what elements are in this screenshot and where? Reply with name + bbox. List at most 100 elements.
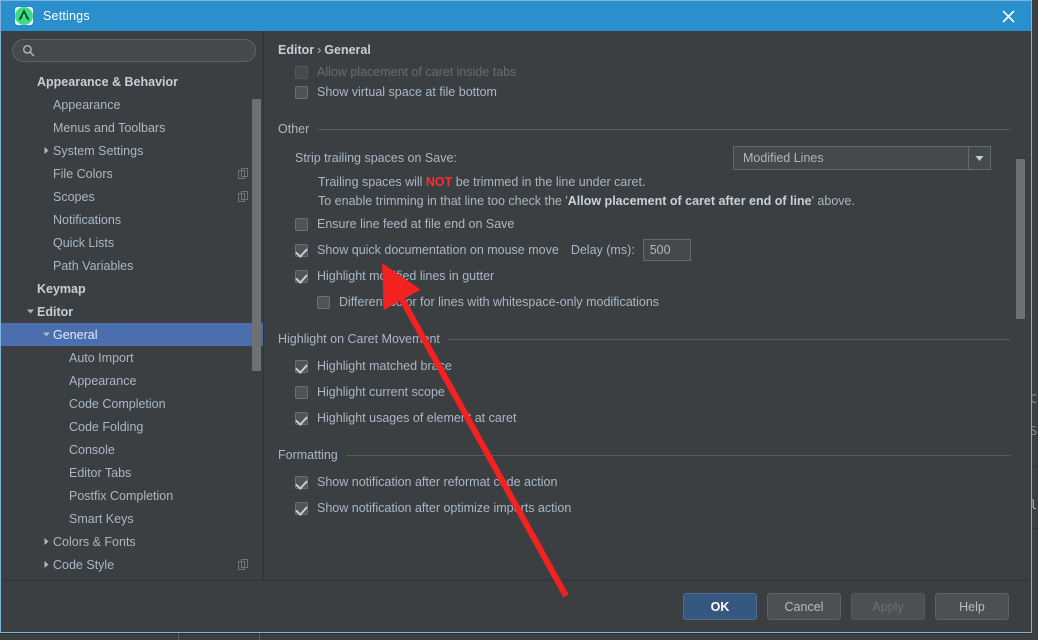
search-input[interactable]	[41, 42, 247, 59]
sidebar-item-scopes[interactable]: Scopes	[1, 185, 263, 208]
checkbox-label: Different color for lines with whitespac…	[339, 295, 660, 309]
sidebar-item-label: Appearance	[53, 97, 121, 112]
sidebar-scrollbar-thumb[interactable]	[252, 99, 261, 371]
apply-button[interactable]: Apply	[851, 593, 925, 620]
checkbox-highlight-usages-of-element-at-caret[interactable]	[295, 411, 308, 425]
breadcrumb-separator: ›	[317, 43, 322, 57]
breadcrumb-current: General	[324, 43, 371, 57]
sidebar-item-menus-and-toolbars[interactable]: Menus and Toolbars	[1, 116, 263, 139]
checkbox-different-color-for-lines-with-whitespace-only-modifications[interactable]	[317, 295, 330, 309]
sidebar-item-keymap[interactable]: Keymap	[1, 277, 263, 300]
main-scrollbar-thumb[interactable]	[1016, 159, 1025, 319]
sidebar-item-system-settings[interactable]: System Settings	[1, 139, 263, 162]
sidebar-item-colors-fonts[interactable]: Colors & Fonts	[1, 530, 263, 553]
sidebar-item-quick-lists[interactable]: Quick Lists	[1, 231, 263, 254]
sidebar-item-general[interactable]: General	[1, 323, 263, 346]
settings-tree[interactable]: Appearance & Behavior Appearance Menus and…	[1, 68, 263, 580]
strip-trailing-spaces-dropdown[interactable]: Modified Lines	[733, 146, 991, 170]
copy-icon[interactable]	[238, 559, 249, 570]
sidebar-item-label: Editor Tabs	[69, 465, 132, 480]
checkbox-row[interactable]: Show notification after reformat code ac…	[295, 469, 1011, 495]
sidebar-item-smart-keys[interactable]: Smart Keys	[1, 507, 263, 530]
sidebar-item-label: Console	[69, 442, 115, 457]
delay-input[interactable]	[642, 239, 691, 261]
sidebar-item-label: Scopes	[53, 189, 95, 204]
sidebar-item-file-colors[interactable]: File Colors	[1, 162, 263, 185]
sidebar-item-editor[interactable]: Editor	[1, 300, 263, 323]
emphasis-text: Allow placement of caret after end of li…	[567, 194, 812, 208]
chevron-down-icon[interactable]	[40, 330, 53, 339]
checkbox-row[interactable]: Ensure line feed at file end on Save	[295, 211, 1011, 237]
settings-content: Allow placement of caret inside tabs Show…	[264, 63, 1031, 580]
dialog-button-bar: OK Cancel Apply Help	[1, 580, 1031, 632]
sidebar-item-notifications[interactable]: Notifications	[1, 208, 263, 231]
checkbox-show-virtual-space-at-file-bottom[interactable]	[295, 85, 308, 99]
checkbox-ensure-line-feed-at-file-end-on-save[interactable]	[295, 217, 308, 231]
close-icon[interactable]	[985, 1, 1031, 31]
sidebar-item-label: File Colors	[53, 166, 113, 181]
checkbox-row[interactable]: Highlight matched brace	[295, 353, 1011, 379]
checkbox-row[interactable]: Highlight usages of element at caret	[295, 405, 1011, 431]
ok-button[interactable]: OK	[683, 593, 757, 620]
settings-sidebar: Appearance & Behavior Appearance Menus and…	[1, 31, 264, 580]
sidebar-item-label: Notifications	[53, 212, 122, 227]
section-divider	[345, 454, 1011, 456]
background-status-separator	[178, 633, 179, 640]
checkbox-row[interactable]: Different color for lines with whitespac…	[317, 289, 1011, 315]
checkbox-highlight-modified-lines-in-gutter[interactable]	[295, 269, 308, 283]
search-icon	[22, 44, 35, 57]
checkbox-highlight-current-scope[interactable]	[295, 385, 308, 399]
copy-icon[interactable]	[238, 191, 249, 202]
sidebar-item-appearance[interactable]: Appearance	[1, 93, 263, 116]
checkbox-row[interactable]: Highlight current scope	[295, 379, 1011, 405]
dropdown-value: Modified Lines	[743, 151, 824, 165]
hint-text: Trailing spaces will NOT be trimmed in t…	[318, 175, 646, 189]
sidebar-item-appearance-behavior[interactable]: Appearance & Behavior	[1, 70, 263, 93]
sidebar-item-label: Smart Keys	[69, 511, 134, 526]
chevron-right-icon[interactable]	[40, 537, 53, 546]
sidebar-item-editor-tabs[interactable]: Editor Tabs	[1, 461, 263, 484]
checkbox-row[interactable]: Show notification after optimize imports…	[295, 495, 1011, 521]
checkbox-row[interactable]: Show quick documentation on mouse move De…	[295, 237, 1011, 263]
chevron-right-icon[interactable]	[40, 146, 53, 155]
sidebar-item-label: Code Folding	[69, 419, 144, 434]
checkbox-row[interactable]: Highlight modified lines in gutter	[295, 263, 1011, 289]
checkbox-show-notification-after-optimize-imports-action[interactable]	[295, 501, 308, 515]
setting-label: Strip trailing spaces on Save:	[295, 151, 457, 165]
chevron-down-icon[interactable]	[968, 147, 990, 169]
chevron-right-icon[interactable]	[40, 560, 53, 569]
sidebar-item-auto-import[interactable]: Auto Import	[1, 346, 263, 369]
sidebar-item-label: Path Variables	[53, 258, 134, 273]
section-title: Other	[278, 122, 310, 136]
copy-icon[interactable]	[238, 168, 249, 179]
sidebar-item-code-completion[interactable]: Code Completion	[1, 392, 263, 415]
sidebar-item-code-folding[interactable]: Code Folding	[1, 415, 263, 438]
sidebar-item-console[interactable]: Console	[1, 438, 263, 461]
settings-main-panel: Editor › General Allow placement of caret …	[264, 31, 1031, 580]
strip-trailing-spaces-row: Strip trailing spaces on Save: Modified L…	[278, 143, 1011, 173]
section-header-other: Other	[278, 119, 1011, 139]
sidebar-item-path-variables[interactable]: Path Variables	[1, 254, 263, 277]
checkbox-row[interactable]: Show virtual space at file bottom	[295, 79, 1011, 105]
checkbox-row[interactable]: Allow placement of caret inside tabs	[295, 63, 1011, 79]
checkbox-label: Highlight modified lines in gutter	[317, 269, 495, 283]
sidebar-item-label: Keymap	[37, 281, 86, 296]
sidebar-item-appearance[interactable]: Appearance	[1, 369, 263, 392]
section-header-formatting: Formatting	[278, 445, 1011, 465]
checkbox-highlight-matched-brace[interactable]	[295, 359, 308, 373]
section-title: Formatting	[278, 448, 338, 462]
checkbox-allow-placement-of-caret-inside-tabs[interactable]	[295, 66, 308, 79]
sidebar-item-label: General	[53, 327, 98, 342]
search-box[interactable]	[12, 39, 256, 62]
sidebar-item-label: Colors & Fonts	[53, 534, 136, 549]
chevron-down-icon[interactable]	[24, 307, 37, 316]
sidebar-item-code-style[interactable]: Code Style	[1, 553, 263, 576]
help-button[interactable]: Help	[935, 593, 1009, 620]
checkbox-show-quick-documentation-on-mouse-move[interactable]	[295, 243, 308, 257]
breadcrumb-parent[interactable]: Editor	[278, 43, 314, 57]
cancel-button[interactable]: Cancel	[767, 593, 841, 620]
checkbox-show-notification-after-reformat-code-action[interactable]	[295, 475, 308, 489]
dialog-titlebar: Settings	[1, 1, 1031, 31]
sidebar-item-postfix-completion[interactable]: Postfix Completion	[1, 484, 263, 507]
sidebar-item-label: Postfix Completion	[69, 488, 174, 503]
